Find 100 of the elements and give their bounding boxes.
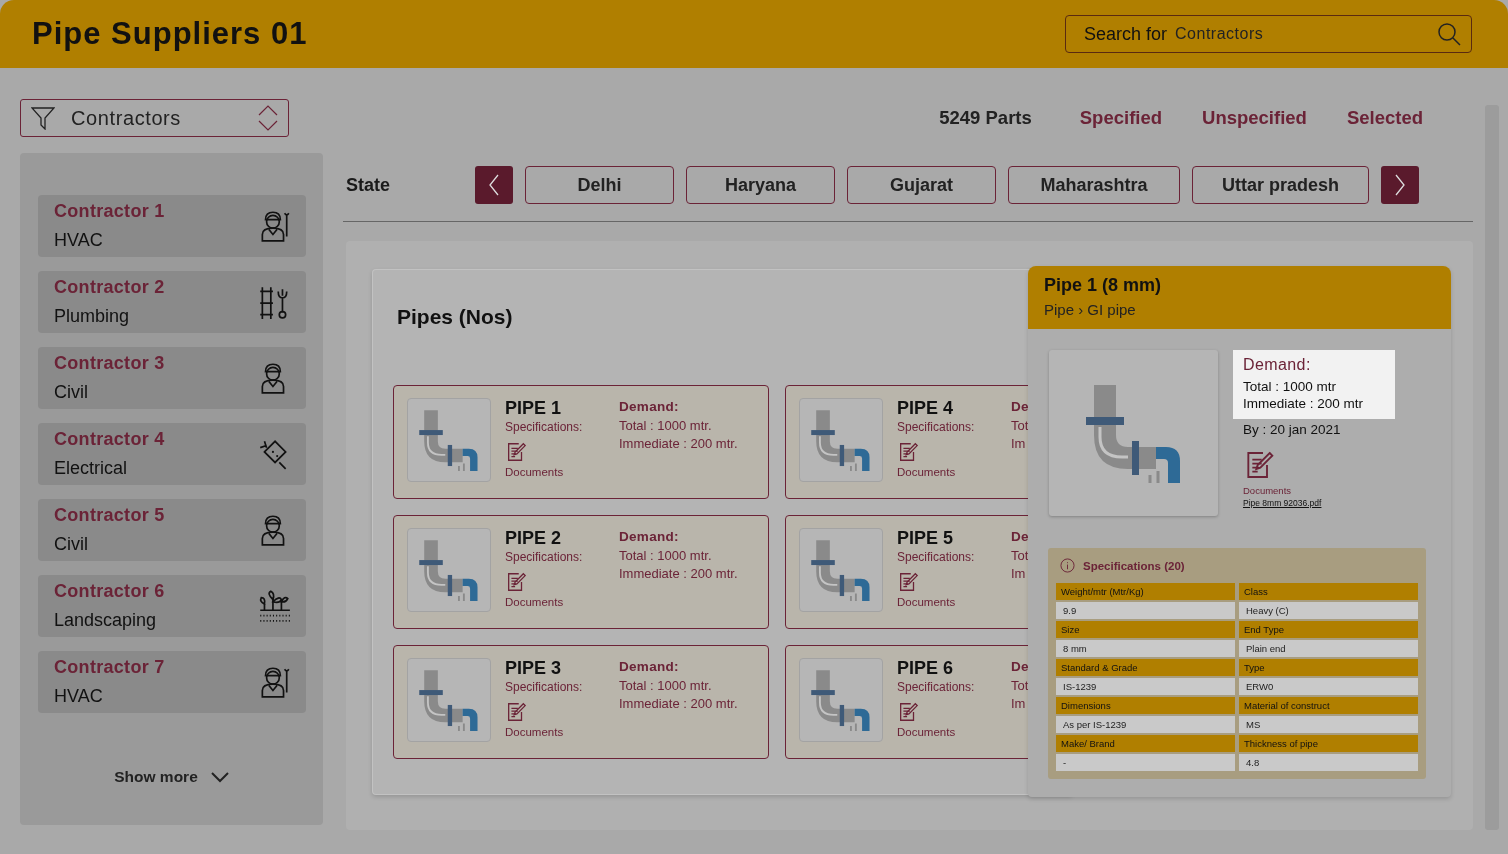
specifications-label: Specifications: (505, 680, 584, 694)
page-title: Pipe Suppliers 01 (32, 16, 308, 52)
chevron-left-icon (488, 174, 500, 196)
document-icon[interactable] (897, 571, 919, 593)
spec-name: Material of construct (1239, 697, 1418, 714)
demand-total: Total : 1000 mtr. (619, 418, 713, 433)
contractor-name: Contractor 6 (54, 581, 165, 602)
pipe-card[interactable]: PIPE 2 Specifications: Documents Demand: Total : 1000 mtr. Immediate : 200 mtr. (393, 515, 769, 629)
contractor-name: Contractor 5 (54, 505, 165, 526)
search-label: Search for (1084, 23, 1168, 45)
spec-name: Standard & Grade (1056, 659, 1235, 676)
spec-value: 4.8 (1239, 754, 1418, 771)
search-icon[interactable] (1437, 22, 1461, 46)
specifications-label: Specifications: (897, 680, 976, 694)
pipe-name: PIPE 1 (505, 398, 563, 419)
contractor-trade: Civil (54, 534, 89, 555)
demand-total: Tot (1011, 418, 1029, 433)
specifications-label: Specifications: (897, 420, 976, 434)
filter-link[interactable]: Specified (1079, 107, 1163, 129)
pipe-icon (418, 669, 480, 731)
detail-title: Pipe 1 (8 mm) (1044, 275, 1163, 296)
filter-link[interactable]: Unspecified (1202, 107, 1307, 129)
state-chip[interactable]: Gujarat (847, 166, 996, 204)
contractor-name: Contractor 3 (54, 353, 165, 374)
spec-name: Type (1239, 659, 1418, 676)
contractor-card[interactable]: Contractor 7 HVAC (38, 651, 306, 713)
demand-immediate: Im (1011, 566, 1027, 581)
pipe-icon (810, 409, 872, 471)
pipe-card[interactable]: PIPE 3 Specifications: Documents Demand: Total : 1000 mtr. Immediate : 200 mtr. (393, 645, 769, 759)
document-link[interactable]: Pipe 8mm 92036.pdf (1243, 498, 1395, 508)
document-icon[interactable] (897, 441, 919, 463)
demand-total: Total : 1000 mtr. (619, 548, 713, 563)
demand-label: De (1011, 659, 1029, 674)
document-icon[interactable] (505, 571, 527, 593)
filter-dropdown[interactable]: Contractors (20, 99, 289, 137)
parts-count: 5249 Parts (939, 107, 1032, 129)
contractor-card[interactable]: Contractor 5 Civil (38, 499, 306, 561)
documents-label: Documents (505, 726, 565, 738)
spec-value: MS (1239, 716, 1418, 733)
demand-label: Demand: (619, 399, 680, 414)
specifications-label: Specifications: (505, 420, 584, 434)
contractor-trade: Landscaping (54, 610, 158, 631)
documents-label: Documents (897, 466, 957, 478)
pipe-name: PIPE 3 (505, 658, 563, 679)
state-chip[interactable]: Uttar pradesh (1192, 166, 1369, 204)
demand-total: Tot (1011, 548, 1029, 563)
contractor-card[interactable]: Contractor 1 HVAC (38, 195, 306, 257)
pipe-icon (418, 539, 480, 601)
contractor-card[interactable]: Contractor 2 Plumbing (38, 271, 306, 333)
contractor-trade: Plumbing (54, 306, 131, 327)
filter-icon (31, 106, 55, 130)
demand-immediate: Immediate : 200 mtr. (619, 566, 738, 581)
spec-name: End Type (1239, 621, 1418, 638)
spec-name: Weight/mtr (Mtr/Kg) (1056, 583, 1235, 600)
next-button[interactable] (1381, 166, 1419, 204)
contractor-card[interactable]: Contractor 6 Landscaping (38, 575, 306, 637)
spec-value: ERW0 (1239, 678, 1418, 695)
spec-value: Plain end (1239, 640, 1418, 657)
specifications-label: Specifications: (897, 550, 976, 564)
chevron-right-icon (1394, 174, 1406, 196)
documents-label: Documents (897, 726, 957, 738)
demand-total: Total : 1000 mtr. (619, 678, 713, 693)
spec-name: Dimensions (1056, 697, 1235, 714)
state-chip[interactable]: Delhi (525, 166, 674, 204)
pipe-name: PIPE 5 (897, 528, 955, 549)
filter-link[interactable]: Selected (1346, 107, 1423, 129)
contractor-name: Contractor 4 (54, 429, 165, 450)
search-input[interactable]: Contractors (1175, 25, 1429, 43)
pipe-card[interactable]: PIPE 1 Specifications: Documents Demand: Total : 1000 mtr. Immediate : 200 mtr. (393, 385, 769, 499)
spec-value: As per IS-1239 (1056, 716, 1235, 733)
info-icon (1060, 558, 1075, 573)
demand-label: De (1011, 529, 1029, 544)
contractor-card[interactable]: Contractor 3 Civil (38, 347, 306, 409)
document-icon[interactable] (897, 701, 919, 723)
demand-immediate: Im (1011, 696, 1027, 711)
demand-total: Tot (1011, 678, 1029, 693)
contractor-name: Contractor 2 (54, 277, 165, 298)
previous-button[interactable] (475, 166, 513, 204)
show-more-button[interactable]: Show more (38, 767, 306, 787)
pipe-icon (810, 539, 872, 601)
contractor-card[interactable]: Contractor 4 Electrical (38, 423, 306, 485)
panel-title: Pipes (Nos) (397, 305, 513, 329)
contractor-name: Contractor 7 (54, 657, 165, 678)
pipe-icon (418, 409, 480, 471)
contractor-name: Contractor 1 (54, 201, 165, 222)
document-icon[interactable] (505, 701, 527, 723)
documents-label: Documents (505, 596, 565, 608)
spec-value: IS-1239 (1056, 678, 1235, 695)
document-icon[interactable] (505, 441, 527, 463)
up-down-caret-icon (258, 105, 278, 131)
state-chip[interactable]: Haryana (686, 166, 835, 204)
search-field[interactable]: Search for Contractors (1065, 15, 1472, 53)
spec-value: 8 mm (1056, 640, 1235, 657)
demand-label: Demand: (619, 529, 680, 544)
spec-name: Thickness of pipe (1239, 735, 1418, 752)
demand-immediate: Immediate : 200 mtr. (619, 696, 738, 711)
demand-immediate: Immediate : 200 mtr (1243, 396, 1365, 411)
documents-label: Documents (505, 466, 565, 478)
state-chip[interactable]: Maharashtra (1008, 166, 1180, 204)
demand-label: De (1011, 399, 1029, 414)
